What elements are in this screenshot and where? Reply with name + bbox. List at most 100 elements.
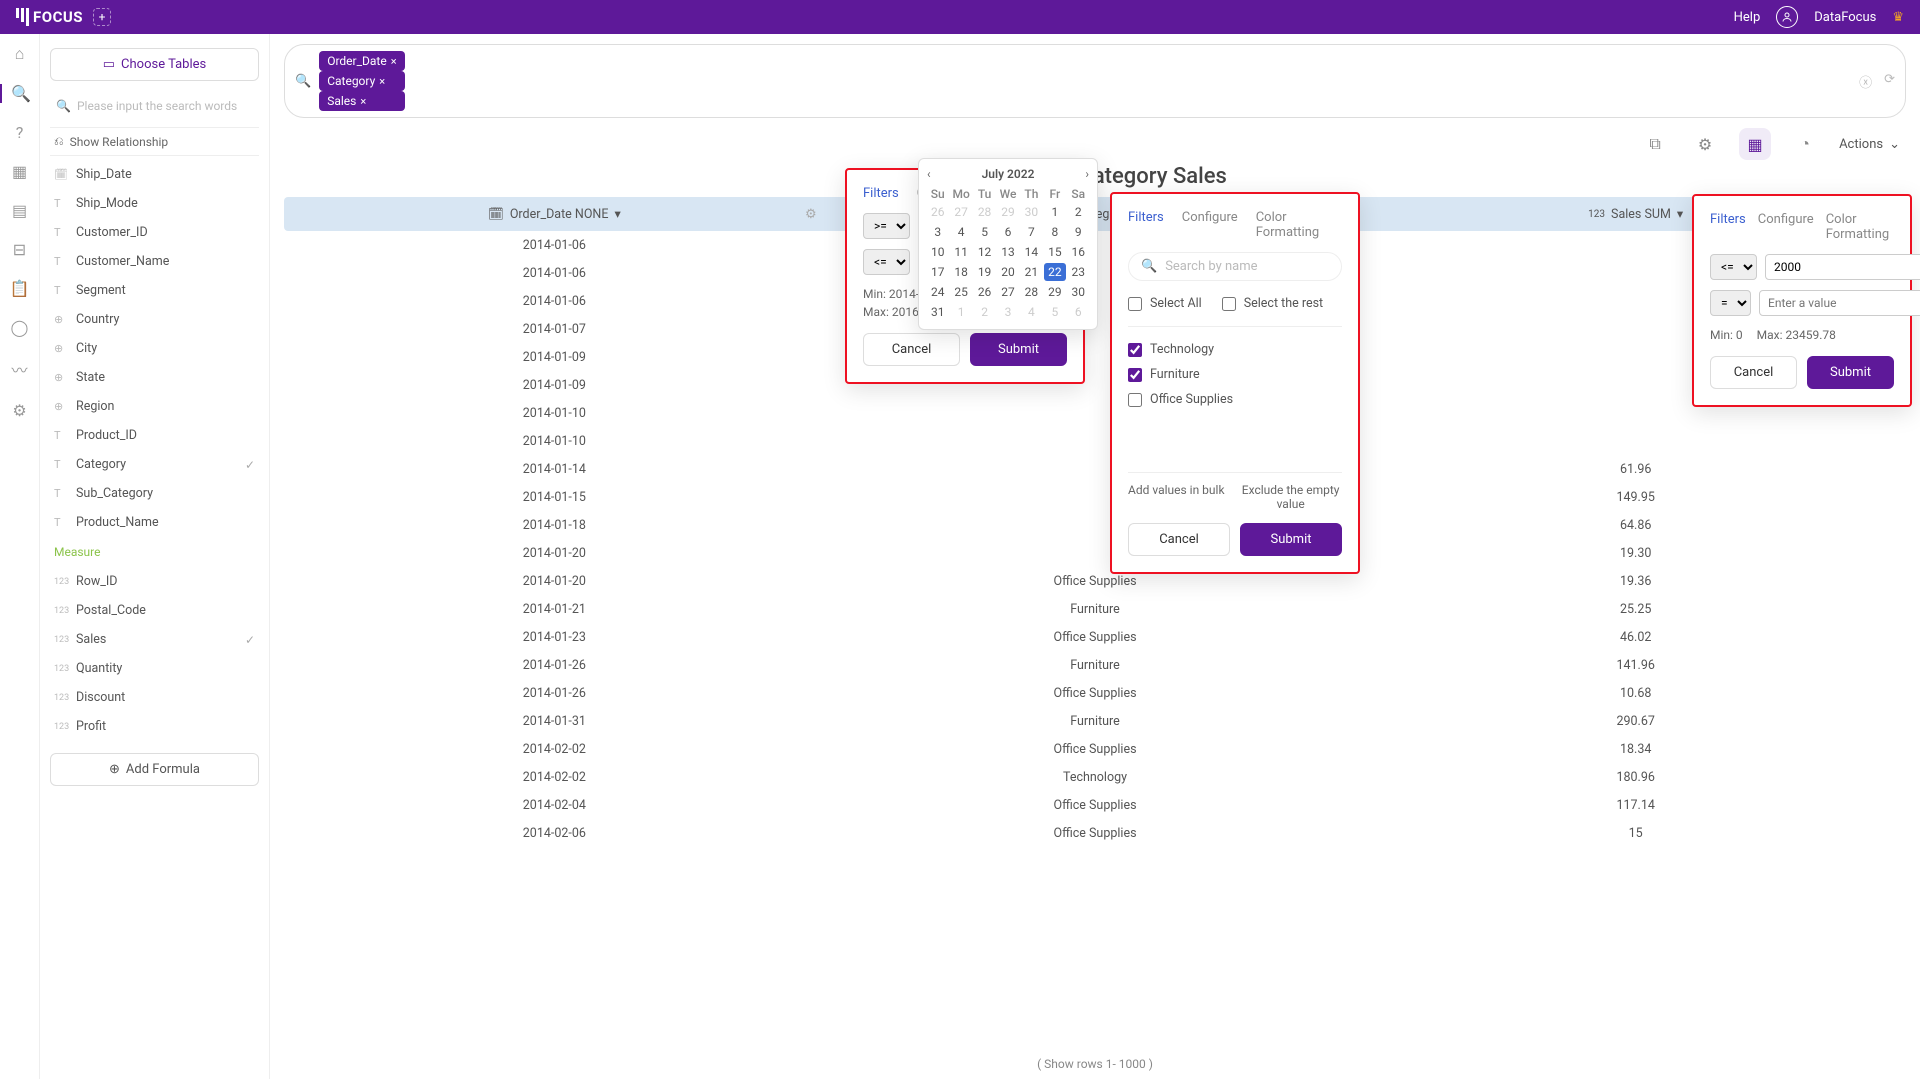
column-item[interactable]: 123Postal_Code [50,596,259,625]
cal-prev-icon[interactable]: ‹ [927,167,931,181]
cal-day[interactable]: 26 [974,283,995,301]
exclude-empty-link[interactable]: Exclude the empty value [1239,483,1342,511]
column-item[interactable]: 123Sales✓ [50,625,259,654]
close-icon[interactable]: × [379,75,385,88]
column-item[interactable]: TSegment [50,276,259,305]
category-item-checkbox[interactable]: Office Supplies [1128,387,1342,412]
cal-day[interactable]: 18 [950,263,971,281]
tab-configure[interactable]: Configure [1758,212,1814,227]
cal-day[interactable]: 9 [1068,223,1089,241]
tab-filters[interactable]: Filters [1128,210,1164,225]
nav-help-icon[interactable]: ? [16,123,24,142]
choose-tables-button[interactable]: ▭ Choose Tables [50,48,259,81]
column-item[interactable]: 🗓Ship_Date [50,160,259,189]
column-item[interactable]: 123Discount [50,683,259,712]
cal-next-icon[interactable]: › [1085,167,1089,181]
column-item[interactable]: TCustomer_ID [50,218,259,247]
cal-day[interactable]: 29 [1044,283,1065,301]
header-order-date[interactable]: 🗓 Order_Date NONE ▾ ⚙ [284,206,825,222]
query-bar[interactable]: 🔍 Order_Date ×Category ×Sales × ⓧ ⟳ [284,44,1906,118]
nav-clipboard-icon[interactable]: 📋 [10,279,30,298]
column-item[interactable]: TSub_Category [50,479,259,508]
tab-filters[interactable]: Filters [1710,212,1746,227]
column-item[interactable]: 123Profit [50,712,259,741]
cal-day[interactable]: 4 [950,223,971,241]
cal-day[interactable]: 5 [974,223,995,241]
column-item[interactable]: TCategory✓ [50,450,259,479]
nav-activity-icon[interactable]: 〰 [11,357,27,381]
date-op1-select[interactable]: >= [863,213,910,239]
show-relationship-toggle[interactable]: ⎌ Show Relationship [50,127,259,156]
cal-day[interactable]: 11 [950,243,971,261]
user-avatar-icon[interactable] [1776,6,1798,28]
cal-day[interactable]: 2 [974,303,995,321]
cal-day[interactable]: 8 [1044,223,1065,241]
cal-day[interactable]: 19 [974,263,995,281]
sales-val2-input[interactable] [1759,290,1920,316]
sales-val1-input[interactable] [1765,254,1920,280]
actions-menu-button[interactable]: Actions ⌄ [1839,137,1900,152]
date-submit-button[interactable]: Submit [970,333,1067,366]
query-chip[interactable]: Sales × [319,91,404,111]
tab-configure[interactable]: Configure [1182,210,1238,225]
cal-day[interactable]: 4 [1021,303,1042,321]
nav-settings-icon[interactable]: ⚙ [12,401,26,420]
cal-day[interactable]: 14 [1021,243,1042,261]
cal-day[interactable]: 6 [997,223,1018,241]
date-cancel-button[interactable]: Cancel [863,333,960,366]
close-icon[interactable]: × [360,95,366,108]
cal-day[interactable]: 21 [1021,263,1042,281]
cal-day[interactable]: 26 [927,203,948,221]
new-tab-button[interactable]: + [93,8,111,26]
cal-day[interactable]: 28 [1021,283,1042,301]
cal-day[interactable]: 6 [1068,303,1089,321]
select-rest-checkbox[interactable]: Select the rest [1222,291,1323,316]
tab-color-format[interactable]: Color Formatting [1826,212,1894,242]
tab-filters[interactable]: Filters [863,186,899,201]
cal-day[interactable]: 23 [1068,263,1089,281]
nav-home-icon[interactable]: ⌂ [15,44,25,64]
column-item[interactable]: TProduct_ID [50,421,259,450]
cal-day[interactable]: 24 [927,283,948,301]
refresh-icon[interactable]: ⟳ [1884,72,1895,91]
close-icon[interactable]: × [391,55,397,68]
column-item[interactable]: ⊕Country [50,305,259,334]
cal-day[interactable]: 17 [927,263,948,281]
cat-submit-button[interactable]: Submit [1240,523,1342,556]
gear-icon[interactable]: ⚙ [805,207,817,222]
cal-day[interactable]: 1 [1044,203,1065,221]
column-item[interactable]: ⊕State [50,363,259,392]
cal-day[interactable]: 3 [997,303,1018,321]
date-op2-select[interactable]: <= [863,249,910,275]
clear-icon[interactable]: ⓧ [1859,72,1872,91]
column-item[interactable]: TCustomer_Name [50,247,259,276]
cal-day[interactable]: 1 [950,303,971,321]
column-item[interactable]: TShip_Mode [50,189,259,218]
category-item-checkbox[interactable]: Furniture [1128,362,1342,387]
sales-cancel-button[interactable]: Cancel [1710,356,1797,389]
cal-day[interactable]: 16 [1068,243,1089,261]
sidebar-search[interactable]: 🔍 Please input the search words [50,95,259,117]
category-item-checkbox[interactable]: Technology [1128,337,1342,362]
cal-day[interactable]: 30 [1068,283,1089,301]
column-item[interactable]: 123Quantity [50,654,259,683]
nav-search-icon[interactable]: 🔍 [0,84,38,103]
column-item[interactable]: 123Row_ID [50,567,259,596]
cal-day[interactable]: 22 [1044,263,1065,281]
cat-cancel-button[interactable]: Cancel [1128,523,1230,556]
nav-user-icon[interactable]: ◯ [11,318,29,337]
select-all-checkbox[interactable]: Select All [1128,291,1202,316]
cal-day[interactable]: 20 [997,263,1018,281]
table-view-icon[interactable]: ▦ [1739,128,1771,160]
cal-day[interactable]: 2 [1068,203,1089,221]
query-chip[interactable]: Category × [319,71,404,91]
chart-view-icon[interactable]: ◔ [1789,128,1821,160]
cal-day[interactable]: 12 [974,243,995,261]
settings-icon[interactable]: ⚙ [1689,128,1721,160]
cal-day[interactable]: 30 [1021,203,1042,221]
cal-day[interactable]: 29 [997,203,1018,221]
cal-day[interactable]: 15 [1044,243,1065,261]
column-item[interactable]: ⊕City [50,334,259,363]
column-item[interactable]: TProduct_Name [50,508,259,537]
sales-op2-select[interactable]: = [1710,290,1751,316]
